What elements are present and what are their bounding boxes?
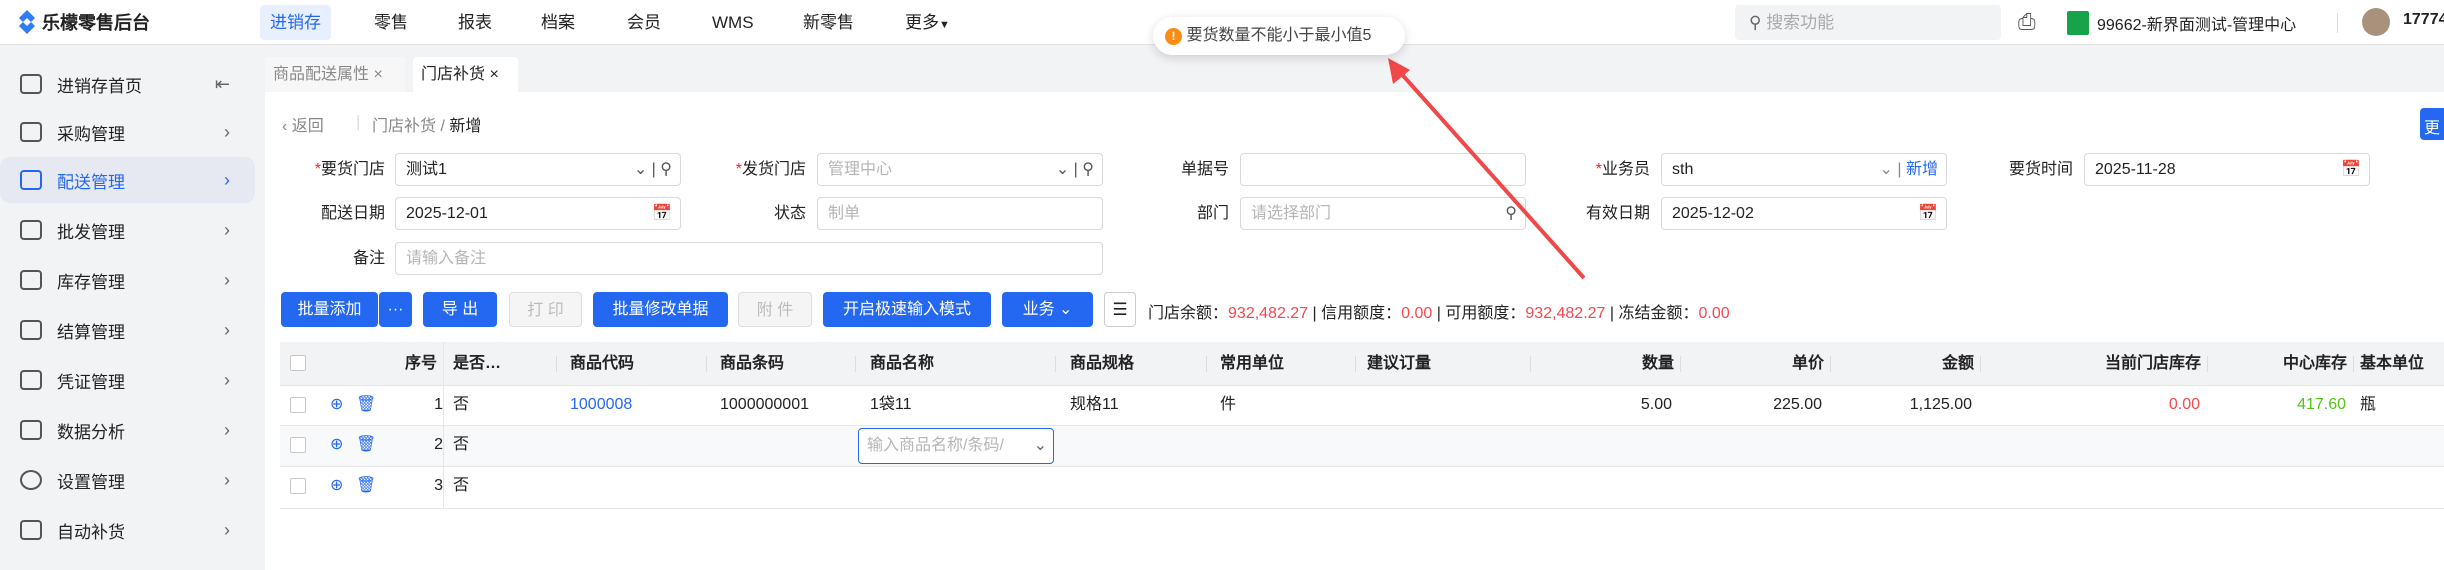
warning-icon: ! xyxy=(1165,28,1182,45)
arrow-line xyxy=(1396,68,1586,280)
toast: ! 要货数量不能小于最小值5 xyxy=(1153,17,1405,55)
annotation-arrow xyxy=(1388,58,1586,280)
toast-message: 要货数量不能小于最小值5 xyxy=(1186,27,1372,44)
